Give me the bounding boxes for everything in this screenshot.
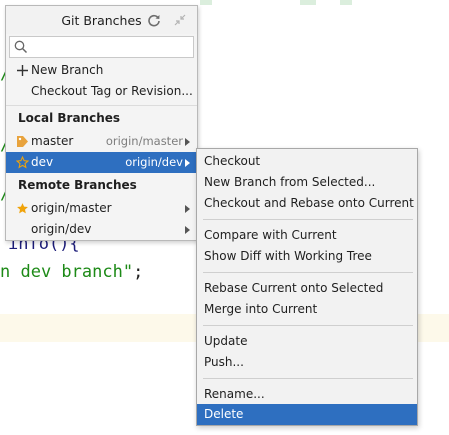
plus-icon	[15, 64, 29, 78]
code-semicolon: ;	[133, 262, 144, 282]
menu-item-checkout-and-rebase[interactable]: Checkout and Rebase onto Current	[197, 193, 417, 214]
remote-branch-origin-dev[interactable]: origin/dev	[6, 219, 197, 240]
new-branch-action[interactable]: New Branch	[6, 60, 197, 81]
branch-name: origin/dev	[31, 222, 92, 236]
submenu-arrow-icon	[183, 219, 191, 240]
local-branches-header: Local Branches	[18, 111, 121, 125]
local-branch-master[interactable]: master origin/master	[6, 131, 197, 152]
new-branch-label: New Branch	[31, 63, 104, 77]
refresh-icon[interactable]	[146, 12, 162, 28]
tracking-branch: origin/dev	[125, 155, 183, 169]
menu-item-push[interactable]: Push...	[197, 352, 417, 373]
remote-branch-origin-master[interactable]: origin/master	[6, 198, 197, 219]
star-outline-icon	[15, 156, 29, 170]
popup-title: Git Branches	[61, 12, 142, 28]
checkout-tag-label: Checkout Tag or Revision...	[31, 84, 193, 98]
menu-item-delete[interactable]: Delete	[197, 404, 417, 425]
menu-item-compare-with-current[interactable]: Compare with Current	[197, 225, 417, 246]
code-string: n dev branch"	[0, 262, 134, 282]
star-filled-icon	[15, 202, 29, 216]
branch-search-field[interactable]	[9, 36, 194, 58]
branch-context-menu: Checkout New Branch from Selected... Che…	[196, 148, 418, 426]
collapse-icon[interactable]	[172, 12, 188, 28]
branch-list: New Branch Checkout Tag or Revision... L…	[6, 60, 197, 240]
tag-icon	[15, 135, 29, 149]
search-input[interactable]	[28, 38, 193, 56]
tracking-branch: origin/master	[105, 134, 183, 148]
submenu-arrow-icon	[183, 198, 191, 219]
menu-divider	[203, 219, 413, 220]
submenu-arrow-icon	[183, 152, 191, 173]
menu-item-show-diff[interactable]: Show Diff with Working Tree	[197, 246, 417, 267]
menu-item-update[interactable]: Update	[197, 331, 417, 352]
menu-divider	[203, 325, 413, 326]
branch-name: origin/master	[31, 201, 112, 215]
editor-top-strip	[200, 0, 449, 6]
remote-branches-header: Remote Branches	[18, 178, 137, 192]
menu-item-checkout[interactable]: Checkout	[197, 151, 417, 172]
menu-divider	[203, 378, 413, 379]
branch-name: dev	[31, 155, 54, 169]
popup-header: Git Branches	[6, 6, 197, 34]
menu-item-rebase-current[interactable]: Rebase Current onto Selected	[197, 278, 417, 299]
submenu-arrow-icon	[183, 131, 191, 152]
menu-item-new-branch-from-selected[interactable]: New Branch from Selected...	[197, 172, 417, 193]
git-branches-popup: Git Branches New Branch Checkout Tag or …	[5, 5, 198, 241]
code-line: n dev branch";	[0, 262, 143, 282]
checkout-tag-action[interactable]: Checkout Tag or Revision...	[6, 81, 197, 102]
menu-item-rename[interactable]: Rename...	[197, 384, 417, 405]
menu-item-merge-into-current[interactable]: Merge into Current	[197, 299, 417, 320]
local-branch-dev[interactable]: dev origin/dev	[6, 152, 197, 173]
menu-divider	[203, 272, 413, 273]
branch-name: master	[31, 134, 74, 148]
search-icon	[14, 40, 28, 54]
